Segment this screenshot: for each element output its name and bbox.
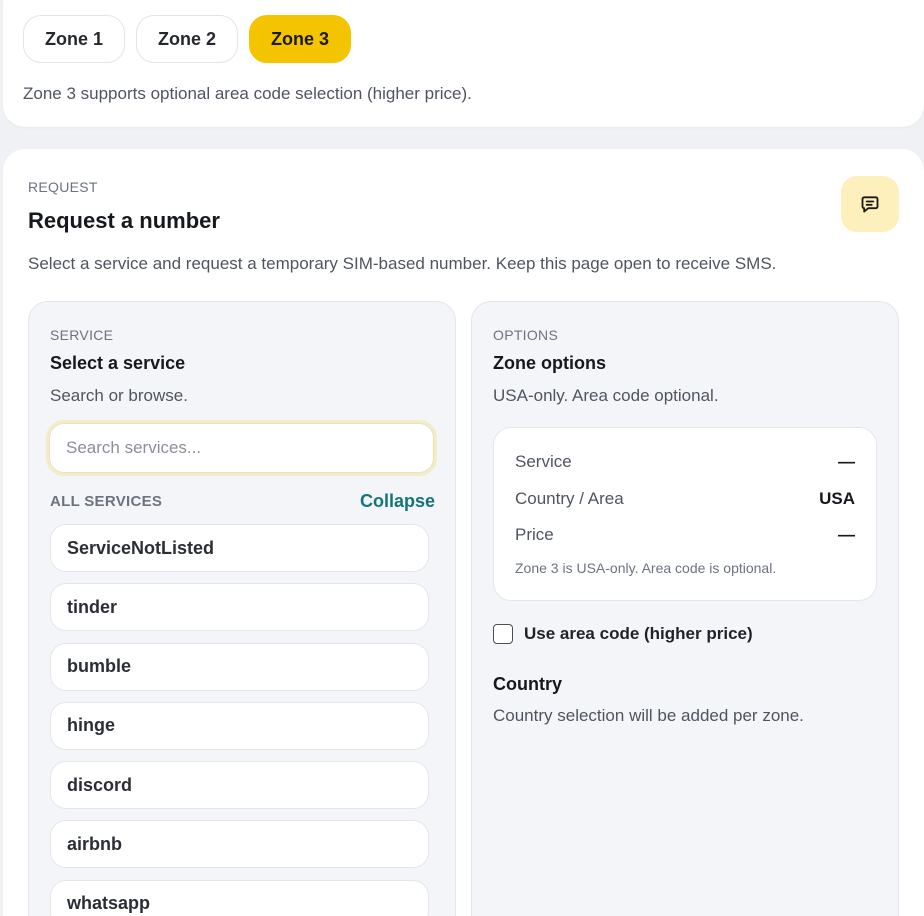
zone-tabs: Zone 1 Zone 2 Zone 3 bbox=[23, 15, 352, 63]
request-card: REQUEST Request a number Select a servic… bbox=[3, 149, 924, 916]
options-subtitle: USA-only. Area code optional. bbox=[493, 386, 719, 405]
summary-service-value: — bbox=[838, 452, 855, 471]
summary-row-price: Price — bbox=[515, 525, 855, 545]
service-item[interactable]: airbnb bbox=[50, 820, 429, 869]
all-services-label: ALL SERVICES bbox=[50, 493, 163, 510]
service-panel: SERVICE Select a service Search or brows… bbox=[28, 301, 456, 916]
summary-price-value: — bbox=[838, 525, 855, 544]
summary-note: Zone 3 is USA-only. Area code is optiona… bbox=[515, 560, 777, 576]
service-title: Select a service bbox=[50, 353, 186, 373]
zone-tab-3[interactable]: Zone 3 bbox=[249, 15, 352, 63]
search-wrapper bbox=[46, 420, 437, 476]
summary-service-label: Service bbox=[515, 452, 572, 471]
chat-button[interactable] bbox=[841, 176, 899, 232]
summary-country-label: Country / Area bbox=[515, 489, 624, 508]
service-item[interactable]: whatsapp bbox=[50, 879, 429, 916]
zone-tab-2[interactable]: Zone 2 bbox=[136, 15, 239, 63]
country-description: Country selection will be added per zone… bbox=[493, 706, 804, 725]
service-subtitle: Search or browse. bbox=[50, 386, 188, 405]
summary-row-country: Country / Area USA bbox=[515, 489, 855, 509]
page-title: Request a number bbox=[28, 208, 220, 233]
service-eyebrow: SERVICE bbox=[50, 327, 114, 343]
options-eyebrow: OPTIONS bbox=[493, 327, 559, 343]
zone-card: Zone 1 Zone 2 Zone 3 Zone 3 supports opt… bbox=[3, 0, 924, 127]
search-input[interactable] bbox=[49, 423, 434, 473]
options-title: Zone options bbox=[493, 353, 606, 373]
area-code-label: Use area code (higher price) bbox=[524, 624, 753, 643]
summary-price-label: Price bbox=[515, 525, 554, 544]
area-code-toggle[interactable]: Use area code (higher price) bbox=[493, 624, 753, 644]
service-list: ServiceNotListed tinder bumble hinge dis… bbox=[50, 524, 429, 916]
summary-row-service: Service — bbox=[515, 452, 855, 472]
area-code-checkbox[interactable] bbox=[493, 624, 513, 644]
request-description: Select a service and request a temporary… bbox=[28, 254, 777, 273]
message-square-icon bbox=[861, 196, 879, 213]
service-item[interactable]: hinge bbox=[50, 701, 429, 750]
country-title: Country bbox=[493, 674, 562, 694]
collapse-link[interactable]: Collapse bbox=[360, 491, 435, 512]
request-eyebrow: REQUEST bbox=[28, 179, 98, 195]
order-summary: Service — Country / Area USA Price — Zon… bbox=[493, 427, 877, 601]
service-item[interactable]: bumble bbox=[50, 642, 429, 691]
service-item[interactable]: discord bbox=[50, 761, 429, 810]
service-item[interactable]: ServiceNotListed bbox=[50, 524, 429, 572]
zone-note: Zone 3 supports optional area code selec… bbox=[23, 84, 472, 103]
summary-country-value: USA bbox=[819, 489, 855, 508]
service-item[interactable]: tinder bbox=[50, 583, 429, 632]
options-panel: OPTIONS Zone options USA-only. Area code… bbox=[471, 301, 899, 916]
zone-tab-1[interactable]: Zone 1 bbox=[23, 15, 126, 63]
